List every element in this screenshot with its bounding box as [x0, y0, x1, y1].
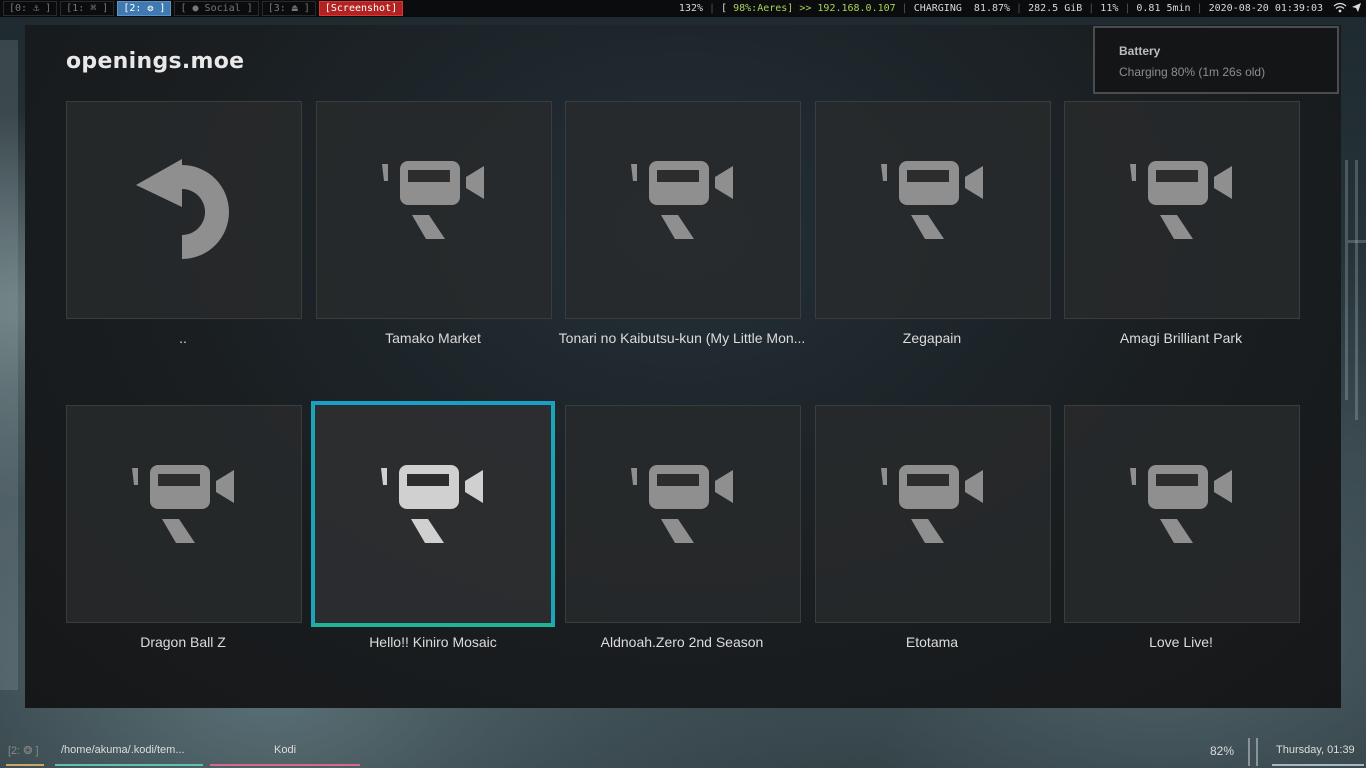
video-camera-icon — [382, 161, 486, 247]
status-blocks: 132% | [ 98%:Aeres] >> 192.168.0.107 | C… — [679, 2, 1366, 16]
media-tile-label: Tonari no Kaibutsu-kun (My Little Mon... — [558, 330, 806, 346]
workspace-1[interactable]: [1: ⌘ ] — [60, 1, 115, 16]
media-tile-label: Hello!! Kiniro Mosaic — [369, 634, 497, 650]
battery-level: 81.87% — [973, 3, 1011, 14]
network-prefix: [ — [721, 3, 728, 14]
media-tile[interactable] — [1064, 101, 1300, 319]
send-icon — [1351, 2, 1362, 16]
kodi-window: openings.moe .. Tamako Market Tonari no Ka… — [25, 25, 1341, 708]
volume-status[interactable]: 82% — [1210, 744, 1234, 758]
notification-title: Battery — [1119, 44, 1161, 58]
datetime-status: 2020-08-20 01:39:03 — [1208, 3, 1323, 14]
video-camera-icon — [381, 465, 485, 551]
workspace-2[interactable]: [2: ❂ ] — [117, 1, 172, 16]
media-tile[interactable] — [1064, 405, 1300, 623]
video-camera-icon — [631, 465, 735, 551]
video-camera-icon — [132, 465, 236, 551]
media-tile[interactable] — [66, 405, 302, 623]
media-tile[interactable] — [311, 401, 555, 627]
workspace-screenshot[interactable]: [Screenshot] — [318, 1, 404, 16]
media-tile-label: Amagi Brilliant Park — [1119, 330, 1243, 346]
notification-body: Charging 80% (1m 26s old) — [1119, 65, 1266, 79]
video-camera-icon — [1130, 161, 1234, 247]
media-tile[interactable] — [565, 405, 801, 623]
bottom-taskbar: [2: ❂ ] /home/akuma/.kodi/tem... Kodi 82… — [0, 738, 1366, 768]
top-status-bar: [0: ⚓ ] [1: ⌘ ] [2: ❂ ] [ ● Social ] [3:… — [0, 0, 1366, 17]
video-camera-icon — [1130, 465, 1234, 551]
media-tile-label: Zegapain — [902, 330, 962, 346]
video-camera-icon — [881, 161, 985, 247]
media-tile-label: Dragon Ball Z — [140, 634, 226, 650]
media-tile-label: Aldnoah.Zero 2nd Season — [600, 634, 764, 650]
cpu-status: 11% — [1100, 3, 1119, 14]
video-camera-icon — [631, 161, 735, 247]
video-camera-icon — [881, 465, 985, 551]
wifi-icon — [1333, 2, 1347, 16]
taskbar-kodi[interactable]: Kodi — [274, 744, 296, 756]
back-arrow-icon — [134, 157, 234, 265]
workspace-3[interactable]: [3: ⏏ ] — [261, 1, 316, 16]
brightness-status: 132% — [678, 3, 704, 14]
media-tile-label: Tamako Market — [385, 330, 481, 346]
taskbar-terminal[interactable]: /home/akuma/.kodi/tem... — [61, 744, 201, 756]
battery-notification: Battery Charging 80% (1m 26s old) — [1093, 26, 1339, 94]
disk-status: 282.5 GiB — [1028, 3, 1083, 14]
workspace-0[interactable]: [0: ⚓ ] — [3, 1, 58, 16]
media-tile-label: .. — [179, 330, 187, 346]
media-tile[interactable] — [565, 101, 801, 319]
page-title: openings.moe — [66, 49, 245, 74]
workspace-social[interactable]: [ ● Social ] — [174, 1, 259, 16]
media-tile[interactable] — [316, 101, 552, 319]
media-tile[interactable] — [815, 405, 1051, 623]
media-tile-label: Love Live! — [1149, 634, 1213, 650]
media-tile-label: Etotama — [905, 634, 959, 650]
media-tile[interactable] — [66, 101, 302, 319]
media-tile[interactable] — [815, 101, 1051, 319]
battery-state: CHARGING — [913, 3, 962, 14]
load-status: 0.81 5min — [1136, 3, 1191, 14]
taskbar-workspace[interactable]: [2: ❂ ] — [8, 744, 39, 757]
clock[interactable]: Thursday, 01:39 — [1276, 744, 1355, 756]
network-status: 98%:Aeres] >> 192.168.0.107 — [733, 3, 896, 14]
